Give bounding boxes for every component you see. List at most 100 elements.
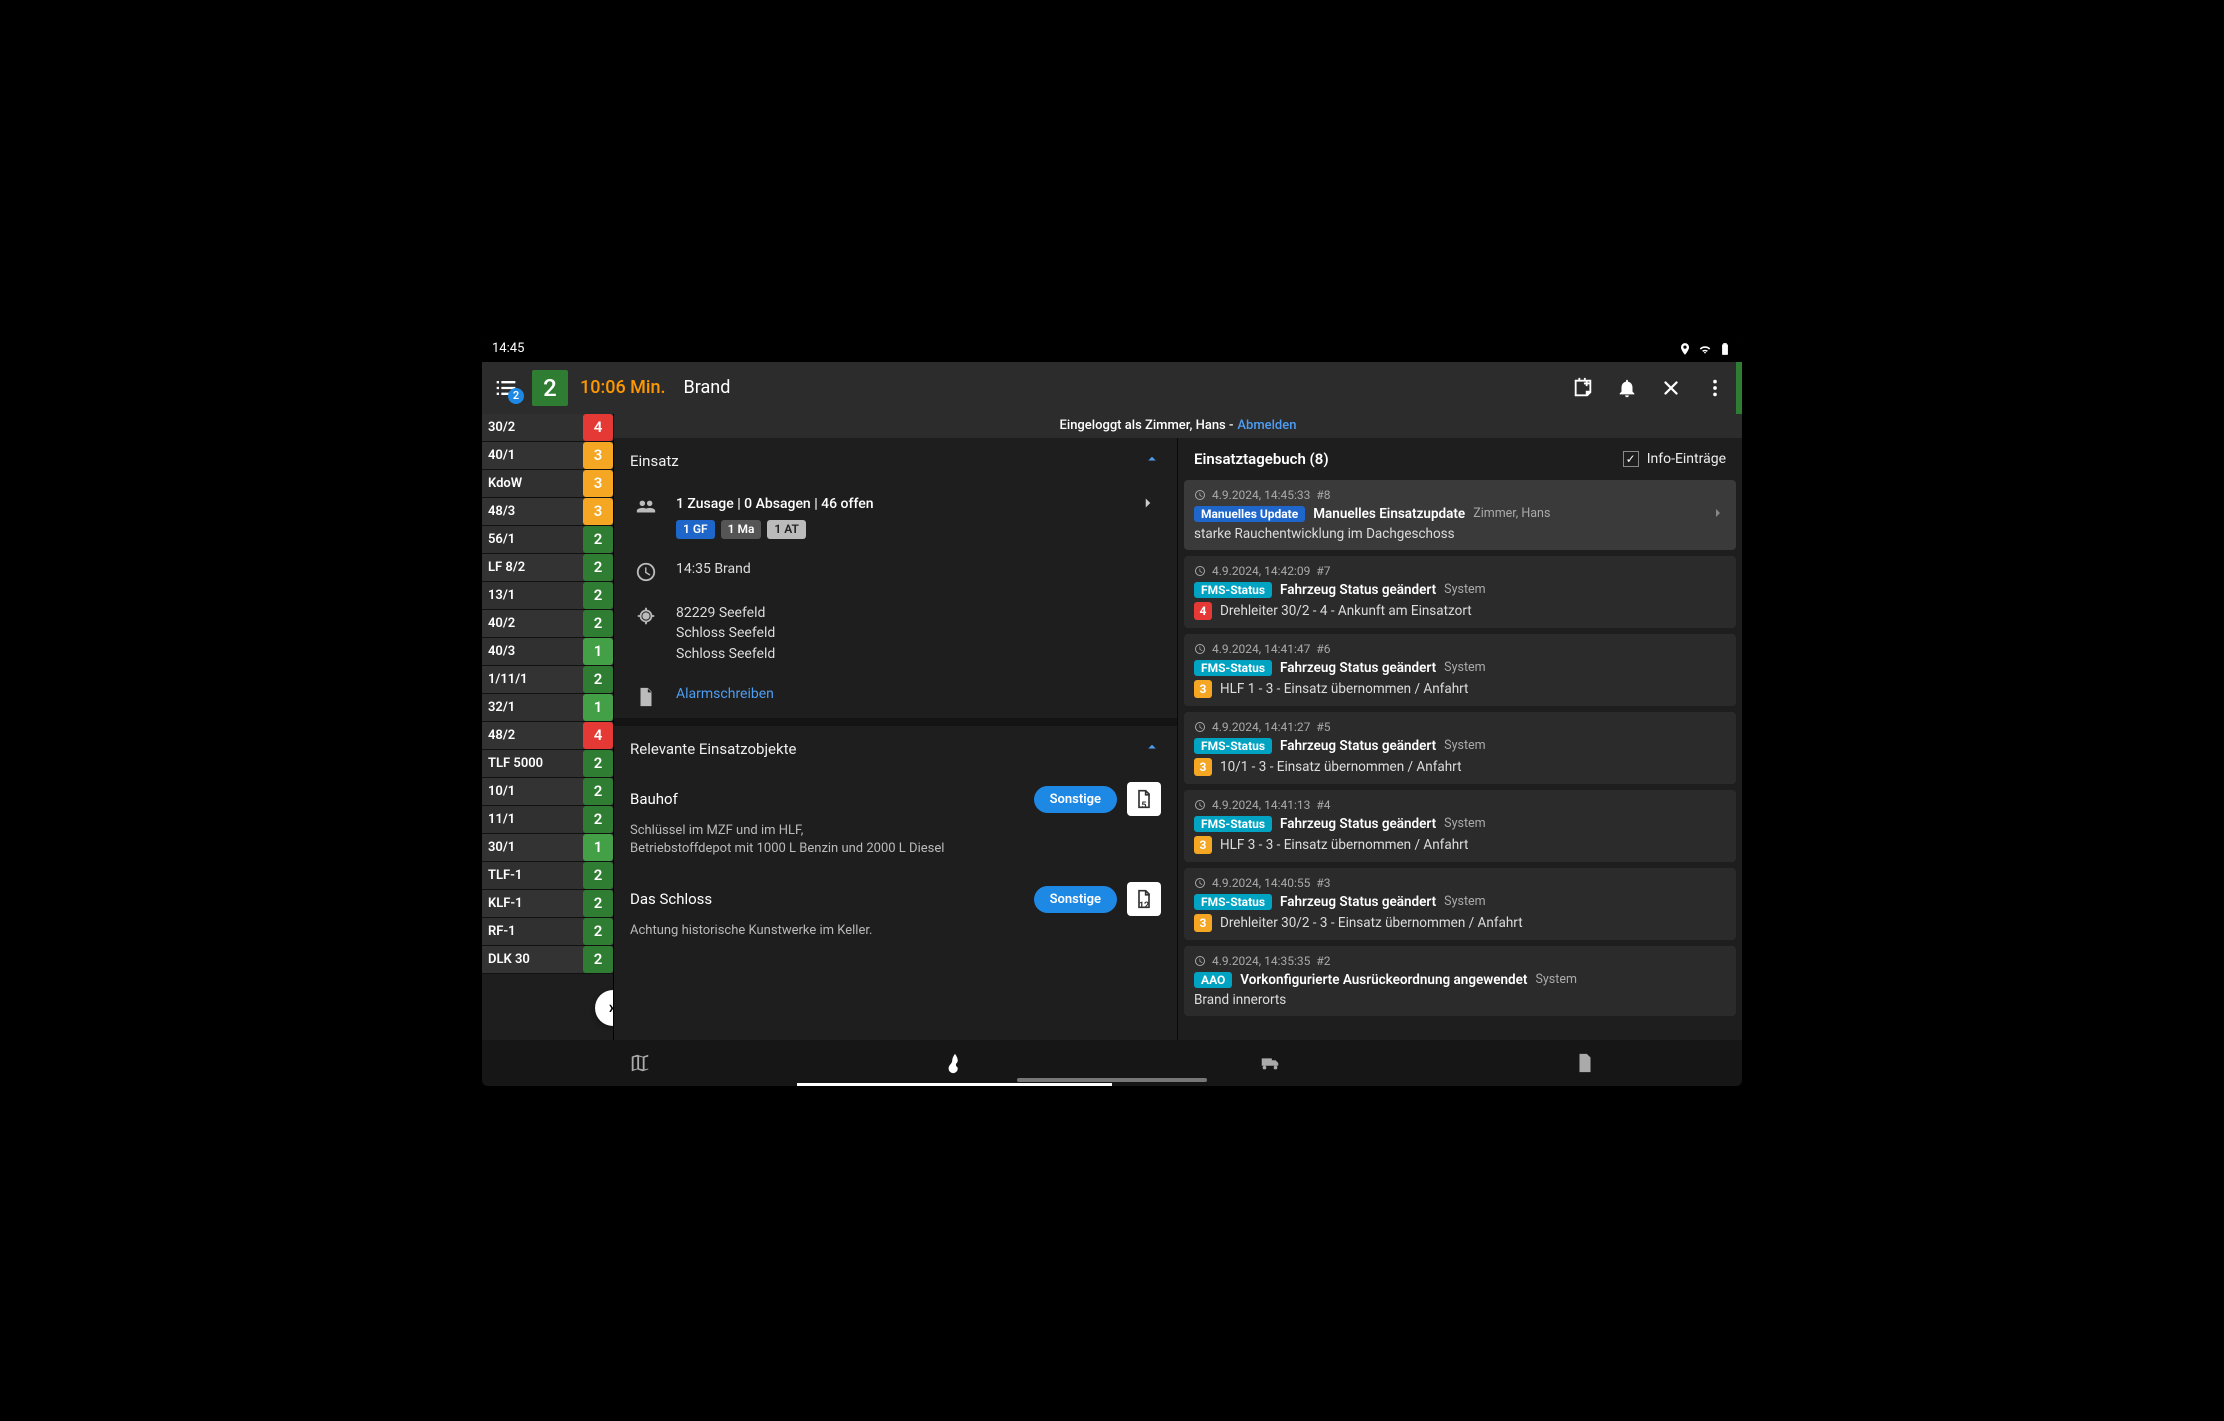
vehicle-status-badge: 2 [583,554,613,581]
vehicle-item[interactable]: 40/22 [482,610,613,638]
object-tag-button[interactable]: Sonstige [1034,786,1117,813]
vehicle-item[interactable]: 40/13 [482,442,613,470]
log-entry[interactable]: 4.9.2024, 14:41:27#5FMS-StatusFahrzeug S… [1184,712,1736,784]
info-entries-label: Info-Einträge [1647,451,1726,467]
object-docs-button[interactable]: 12 [1127,882,1161,916]
vehicle-status-badge: 3 [583,470,613,497]
vehicle-status-badge: 1 [583,694,613,721]
object-tag-button[interactable]: Sonstige [1034,886,1117,913]
active-tab-indicator [797,1083,1112,1086]
vehicle-status-badge: 1 [583,834,613,861]
badge-gf: 1 GF [676,520,715,539]
log-author: System [1444,738,1485,753]
log-entry[interactable]: 4.9.2024, 14:45:33#8Manuelles UpdateManu… [1184,480,1736,550]
log-timestamp: 4.9.2024, 14:41:27 [1212,720,1310,734]
vehicle-status-badge: 2 [583,918,613,945]
wifi-icon [1698,342,1712,356]
mission-list-badge: 2 [508,388,524,404]
log-timestamp: 4.9.2024, 14:45:33 [1212,488,1310,502]
vehicle-status-badge: 2 [583,582,613,609]
clock-icon [1194,565,1206,577]
vehicle-item[interactable]: KLF-12 [482,890,613,918]
log-author: System [1444,816,1485,831]
people-icon [634,494,658,518]
vehicle-item[interactable]: TLF 50002 [482,750,613,778]
vehicle-item[interactable]: 56/1 2 [482,526,613,554]
vehicle-item[interactable]: 40/31 [482,638,613,666]
log-entry-title: Fahrzeug Status geändert [1280,894,1436,910]
object-item: Bauhof Sonstige 5 Schlüssel im MZF und im H… [614,772,1177,872]
vehicle-name: RF-1 [488,924,516,939]
vehicle-item[interactable]: RF-1 2 [482,918,613,946]
log-entry[interactable]: 4.9.2024, 14:42:09#7FMS-StatusFahrzeug S… [1184,556,1736,628]
object-name: Bauhof [630,790,678,808]
log-entry[interactable]: 4.9.2024, 14:41:47#6FMS-StatusFahrzeug S… [1184,634,1736,706]
mission-keyword: Brand [684,377,731,398]
mission-list-button[interactable]: 2 [492,374,520,402]
vehicle-name: 56/1 [488,532,515,547]
log-panel[interactable]: Einsatztagebuch (8) Info-Einträge 4.9.20… [1178,438,1742,1040]
badge-at: 1 AT [767,520,806,539]
add-note-icon[interactable] [1572,377,1594,399]
info-entries-toggle[interactable]: Info-Einträge [1623,451,1726,467]
vehicle-item[interactable]: LF 8/22 [482,554,613,582]
object-doc-count: 12 [1139,901,1149,911]
close-icon[interactable] [1660,377,1682,399]
log-entry[interactable]: 4.9.2024, 14:35:35#2AAOVorkonfigurierte … [1184,946,1736,1016]
vehicle-status-badge: 2 [583,666,613,693]
vehicle-item[interactable]: 11/12 [482,806,613,834]
log-entry-title: Fahrzeug Status geändert [1280,582,1436,598]
mission-panel[interactable]: Einsatz 1 Zusage | 0 Absagen | 46 offen … [614,438,1178,1040]
vehicle-item[interactable]: 30/11 [482,834,613,862]
more-icon[interactable] [1704,377,1726,399]
log-entry-title: Manuelles Einsatzupdate [1313,506,1465,522]
log-author: System [1444,582,1485,597]
divider [614,718,1177,726]
object-desc: Schlüssel im MZF und im HLF,Betriebstoff… [630,822,1161,858]
bell-icon[interactable] [1616,377,1638,399]
log-timestamp: 4.9.2024, 14:35:35 [1212,954,1310,968]
log-entry[interactable]: 4.9.2024, 14:40:55#3FMS-StatusFahrzeug S… [1184,868,1736,940]
object-doc-count: 5 [1141,801,1146,811]
crosshair-icon [634,603,658,627]
log-tag: FMS-Status [1194,738,1272,754]
tab-map[interactable] [482,1040,797,1086]
alarm-doc-link[interactable]: Alarmschreiben [676,686,774,702]
vehicle-item[interactable]: 48/33 [482,498,613,526]
address-row: 82229 Seefeld Schloss Seefeld Schloss Se… [614,593,1177,674]
vehicle-item[interactable]: 30/24 [482,414,613,442]
checkbox-icon [1623,451,1639,467]
vehicle-name: KdoW [488,476,522,491]
vehicle-item[interactable]: 1/11/12 [482,666,613,694]
clock-icon [1194,643,1206,655]
vehicle-item[interactable]: 32/11 [482,694,613,722]
vehicle-name: 40/3 [488,644,515,659]
vehicle-status-badge: 2 [583,526,613,553]
tab-documents[interactable] [1427,1040,1742,1086]
object-docs-button[interactable]: 5 [1127,782,1161,816]
log-seq: #8 [1316,488,1330,502]
vehicle-name: 30/2 [488,420,515,435]
section-mission-header[interactable]: Einsatz [614,438,1177,484]
address-line2: Schloss Seefeld [676,623,1157,643]
log-entry[interactable]: 4.9.2024, 14:41:13#4FMS-StatusFahrzeug S… [1184,790,1736,862]
log-entry-title: Vorkonfigurierte Ausrückeordnung angewen… [1240,972,1527,988]
responses-row[interactable]: 1 Zusage | 0 Absagen | 46 offen 1 GF 1 M… [614,484,1177,550]
chevron-up-icon [1143,738,1161,760]
own-status-tile[interactable]: 2 [532,370,568,406]
vehicle-item[interactable]: TLF-12 [482,862,613,890]
login-text: Eingeloggt als Zimmer, Hans - [1060,418,1234,433]
vehicle-item[interactable]: 48/24 [482,722,613,750]
log-tag: AAO [1194,972,1232,988]
sidebar-expand-button[interactable]: » [595,990,614,1026]
vehicle-item[interactable]: DLK 302 [482,946,613,974]
android-home-indicator[interactable] [1017,1078,1207,1082]
vehicle-item[interactable]: 10/12 [482,778,613,806]
logout-link[interactable]: Abmelden [1237,418,1296,433]
vehicle-item[interactable]: KdoW 3 [482,470,613,498]
log-author: Zimmer, Hans [1473,506,1550,521]
alarm-doc-row[interactable]: Alarmschreiben [614,674,1177,718]
object-name: Das Schloss [630,890,712,908]
vehicle-item[interactable]: 13/12 [482,582,613,610]
section-objects-header[interactable]: Relevante Einsatzobjekte [614,726,1177,772]
